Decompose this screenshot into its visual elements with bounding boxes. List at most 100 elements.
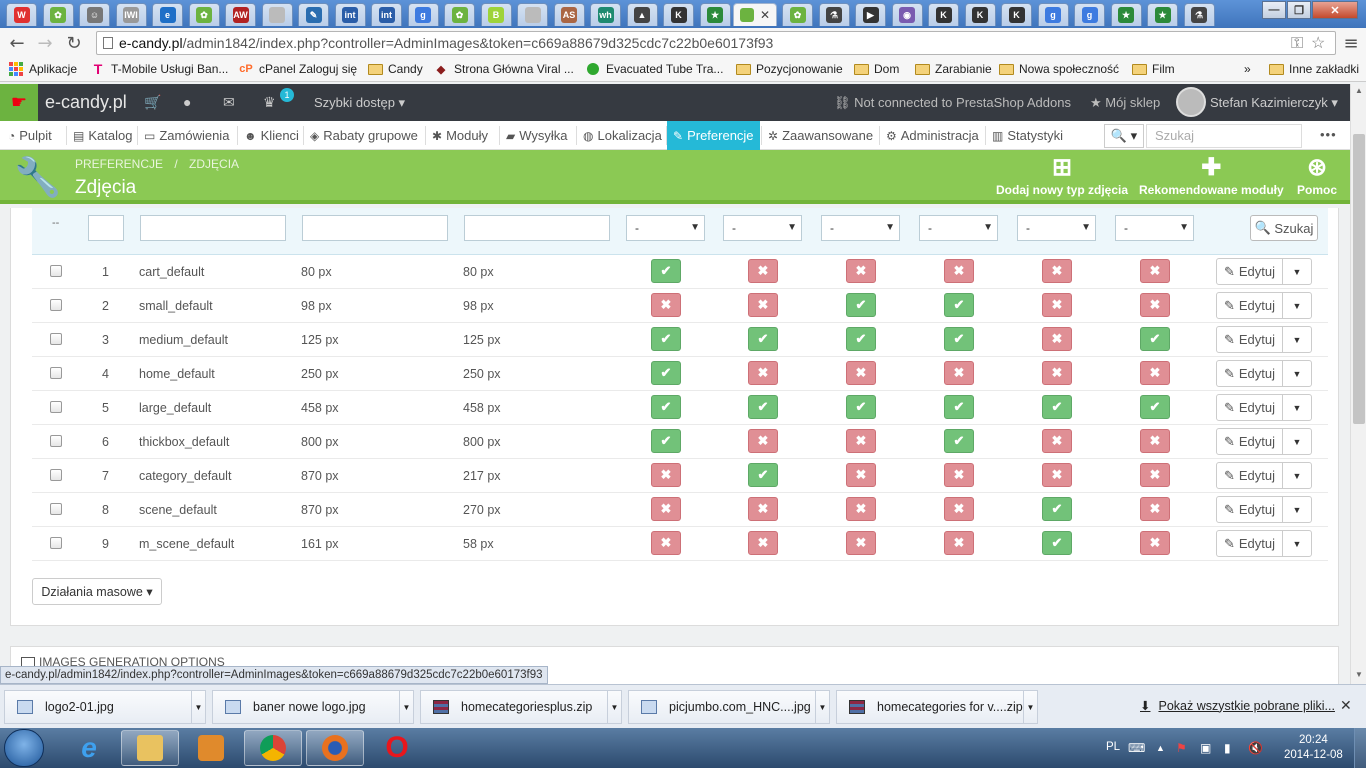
x-icon[interactable]: ✖: [1140, 429, 1170, 453]
edit-button[interactable]: ✎ Edytuj: [1216, 258, 1283, 285]
tabs-10[interactable]: int: [371, 3, 402, 26]
tabs-12[interactable]: ✿: [444, 3, 475, 26]
download-item[interactable]: homecategoriesplus.zip ▼: [420, 690, 622, 724]
nav-item-gear[interactable]: ⚙ Administracja: [880, 121, 985, 150]
quick-access-dropdown[interactable]: Szybki dostęp ▾: [314, 95, 405, 111]
check-icon[interactable]: ✔: [1140, 327, 1170, 351]
x-icon[interactable]: ✖: [944, 497, 974, 521]
other-bookmarks-folder[interactable]: Inne zakładki: [1268, 62, 1359, 76]
edit-button[interactable]: ✎ Edytuj: [1216, 326, 1283, 353]
tabs_after-2[interactable]: ▶: [855, 3, 886, 26]
nav-item-cogs[interactable]: ✲ Zaawansowane: [762, 121, 879, 150]
filter-id-input[interactable]: [88, 215, 124, 241]
page-scrollbar[interactable]: ▲ ▼: [1350, 84, 1366, 684]
x-icon[interactable]: ✖: [846, 429, 876, 453]
x-icon[interactable]: ✖: [651, 531, 681, 555]
check-icon[interactable]: ✔: [846, 293, 876, 317]
row-checkbox[interactable]: [50, 367, 62, 379]
search-type-dropdown[interactable]: 🔍 ▾: [1104, 124, 1144, 148]
bookmark-item[interactable]: Pozycjonowanie: [735, 62, 843, 76]
tabs-17[interactable]: ▲: [626, 3, 658, 26]
x-icon[interactable]: ✖: [748, 259, 778, 283]
x-icon[interactable]: ✖: [1140, 497, 1170, 521]
x-icon[interactable]: ✖: [944, 531, 974, 555]
flag-icon[interactable]: ⚑: [1176, 741, 1187, 755]
address-bar[interactable]: e-candy.pl/admin1842/index.php?controlle…: [96, 31, 1336, 55]
tabs-15[interactable]: AS: [553, 3, 585, 26]
chrome-icon[interactable]: [244, 730, 302, 766]
check-icon[interactable]: ✔: [651, 327, 681, 351]
tabs_after-10[interactable]: ★: [1147, 3, 1178, 26]
nav-item-wrench[interactable]: ✎ Preferencje: [667, 121, 760, 150]
maximize-button[interactable]: ❐: [1287, 1, 1311, 19]
device-icon[interactable]: ▣: [1200, 741, 1211, 755]
filter-select-5[interactable]: -: [1017, 215, 1096, 241]
x-icon[interactable]: ✖: [748, 531, 778, 555]
tabs_after-11[interactable]: ⚗: [1183, 3, 1215, 26]
forward-button[interactable]: →: [34, 32, 56, 54]
network-icon[interactable]: ▮: [1224, 741, 1231, 755]
key-icon[interactable]: ⚿: [1291, 33, 1303, 55]
row-checkbox[interactable]: [50, 435, 62, 447]
x-icon[interactable]: ✖: [846, 259, 876, 283]
check-icon[interactable]: ✔: [1042, 531, 1072, 555]
row-actions-dropdown[interactable]: ▼: [1282, 394, 1312, 421]
filter-select-3[interactable]: -: [821, 215, 900, 241]
row-checkbox[interactable]: [50, 469, 62, 481]
prestashop-logo-icon[interactable]: ☛: [0, 84, 38, 121]
x-icon[interactable]: ✖: [944, 463, 974, 487]
close-tab-icon[interactable]: ✕: [760, 8, 770, 22]
start-button[interactable]: [4, 729, 44, 767]
check-icon[interactable]: ✔: [748, 463, 778, 487]
close-shelf-icon[interactable]: ✕: [1340, 697, 1352, 714]
close-window-button[interactable]: ✕: [1312, 1, 1358, 19]
edit-button[interactable]: ✎ Edytuj: [1216, 496, 1283, 523]
filter-width-input[interactable]: [302, 215, 448, 241]
show-all-downloads-link[interactable]: ⬇ Pokaż wszystkie pobrane pliki...: [1140, 698, 1335, 714]
download-menu-icon[interactable]: ▼: [607, 691, 621, 723]
x-icon[interactable]: ✖: [748, 497, 778, 521]
x-icon[interactable]: ✖: [1140, 259, 1170, 283]
x-icon[interactable]: ✖: [1042, 361, 1072, 385]
row-checkbox[interactable]: [50, 333, 62, 345]
filter-select-2[interactable]: -: [723, 215, 802, 241]
download-item[interactable]: picjumbo.com_HNC....jpg ▼: [628, 690, 830, 724]
nav-item-shipping[interactable]: ▰ Wysyłka: [500, 121, 574, 150]
x-icon[interactable]: ✖: [1042, 327, 1072, 351]
x-icon[interactable]: ✖: [748, 293, 778, 317]
edit-button[interactable]: ✎ Edytuj: [1216, 530, 1283, 557]
file-explorer-icon[interactable]: [121, 730, 179, 766]
add-image-type-button[interactable]: ⊞ Dodaj nowy typ zdjęcia: [996, 154, 1128, 198]
tabs-3[interactable]: IWI: [115, 3, 147, 26]
tabs-14[interactable]: [517, 3, 548, 26]
tabs-6[interactable]: AW: [225, 3, 256, 26]
x-icon[interactable]: ✖: [651, 293, 681, 317]
check-icon[interactable]: ✔: [651, 259, 681, 283]
user-icon[interactable]: ●: [183, 94, 191, 110]
trophy-icon[interactable]: ♛: [263, 94, 276, 111]
bookmark-star-icon[interactable]: ☆: [1311, 33, 1325, 55]
opera-icon[interactable]: O: [368, 730, 426, 766]
admin-search-input[interactable]: Szukaj: [1146, 124, 1302, 148]
row-actions-dropdown[interactable]: ▼: [1282, 258, 1312, 285]
check-icon[interactable]: ✔: [944, 429, 974, 453]
row-actions-dropdown[interactable]: ▼: [1282, 496, 1312, 523]
nav-item-catalog[interactable]: ▤ Katalog: [67, 121, 138, 150]
tabs-9[interactable]: int: [334, 3, 366, 26]
check-icon[interactable]: ✔: [748, 395, 778, 419]
download-item[interactable]: homecategories for v....zip ▼: [836, 690, 1038, 724]
row-actions-dropdown[interactable]: ▼: [1282, 292, 1312, 319]
reload-button[interactable]: ↻: [63, 32, 85, 54]
nav-item-dashboard[interactable]: ◔ Pulpit: [2, 121, 58, 150]
tab-active[interactable]: ✕: [733, 3, 777, 26]
bookmark-item[interactable]: Dom: [853, 62, 899, 76]
volume-muted-icon[interactable]: 🔇: [1248, 741, 1263, 755]
row-actions-dropdown[interactable]: ▼: [1282, 360, 1312, 387]
row-checkbox[interactable]: [50, 299, 62, 311]
x-icon[interactable]: ✖: [651, 463, 681, 487]
tabs_after-8[interactable]: g: [1074, 3, 1105, 26]
nav-item-stats[interactable]: ▥ Statystyki: [986, 121, 1069, 150]
clock[interactable]: 20:24 2014-12-08: [1284, 733, 1343, 763]
x-icon[interactable]: ✖: [846, 497, 876, 521]
keyboard-icon[interactable]: ⌨: [1128, 741, 1145, 755]
